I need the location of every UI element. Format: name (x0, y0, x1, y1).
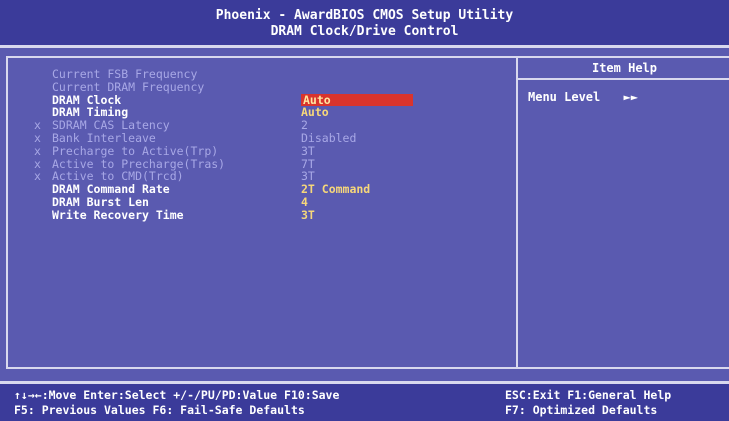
setting-row-current-dram-frequency: Current DRAM Frequency (8, 79, 516, 94)
bios-header: Phoenix - AwardBIOS CMOS Setup Utility D… (0, 0, 729, 48)
setting-row-write-recovery-time[interactable]: Write Recovery Time 3T (8, 207, 516, 222)
setting-value: 3T (301, 143, 315, 158)
menu-level: Menu Level ►► (528, 90, 638, 104)
menu-level-label: Menu Level (528, 90, 601, 104)
setting-label: DRAM Burst Len (52, 194, 149, 209)
key-legend-line1-right: ESC:Exit F1:General Help (505, 388, 672, 402)
setting-row-current-fsb-frequency: Current FSB Frequency (8, 68, 516, 81)
bios-screen: Phoenix - AwardBIOS CMOS Setup Utility D… (0, 0, 729, 421)
setting-label: Bank Interleave (52, 130, 156, 145)
setting-label: Write Recovery Time (52, 207, 184, 222)
setting-value[interactable]: 2T Command (301, 183, 370, 196)
panel-divider (516, 58, 518, 367)
setting-label: Precharge to Active(Trp) (52, 143, 219, 158)
setting-row-dram-burst-len[interactable]: DRAM Burst Len 4 (8, 196, 516, 209)
setting-row-precharge-to-active: x Precharge to Active(Trp) 3T (8, 143, 516, 158)
key-legend-line2: F5: Previous Values F6: Fail-Safe Defaul… (14, 403, 305, 417)
setting-label: Current DRAM Frequency (52, 79, 205, 94)
page-subtitle: DRAM Clock/Drive Control (270, 24, 459, 39)
setting-label: Current FSB Frequency (52, 67, 198, 81)
disabled-mark: x (34, 169, 41, 184)
key-legend-right: ESC:Exit F1:General Help F7: Optimized D… (505, 388, 671, 418)
setting-value[interactable]: 4 (301, 196, 308, 209)
key-legend-left: ↑↓→←:Move Enter:Select +/-/PU/PD:Value F… (14, 388, 339, 418)
settings-panel: Current FSB Frequency Current DRAM Frequ… (0, 48, 729, 375)
disabled-mark: x (34, 143, 41, 158)
item-help-title: Item Help (518, 58, 729, 80)
key-legend-line1: ↑↓→←:Move Enter:Select +/-/PU/PD:Value F… (14, 388, 340, 402)
disabled-mark: x (34, 130, 41, 145)
settings-list: Current FSB Frequency Current DRAM Frequ… (8, 68, 516, 222)
key-legend-line2-right: F7: Optimized Defaults (505, 403, 658, 417)
key-legend: ↑↓→←:Move Enter:Select +/-/PU/PD:Value F… (0, 381, 729, 421)
menu-level-arrows-icon: ►► (623, 90, 638, 104)
setting-row-bank-interleave: x Bank Interleave Disabled (8, 132, 516, 145)
bios-title: Phoenix - AwardBIOS CMOS Setup Utility (215, 8, 514, 23)
setting-value[interactable]: 3T (301, 208, 315, 222)
settings-frame: Current FSB Frequency Current DRAM Frequ… (6, 56, 729, 369)
setting-value: Disabled (301, 130, 357, 145)
